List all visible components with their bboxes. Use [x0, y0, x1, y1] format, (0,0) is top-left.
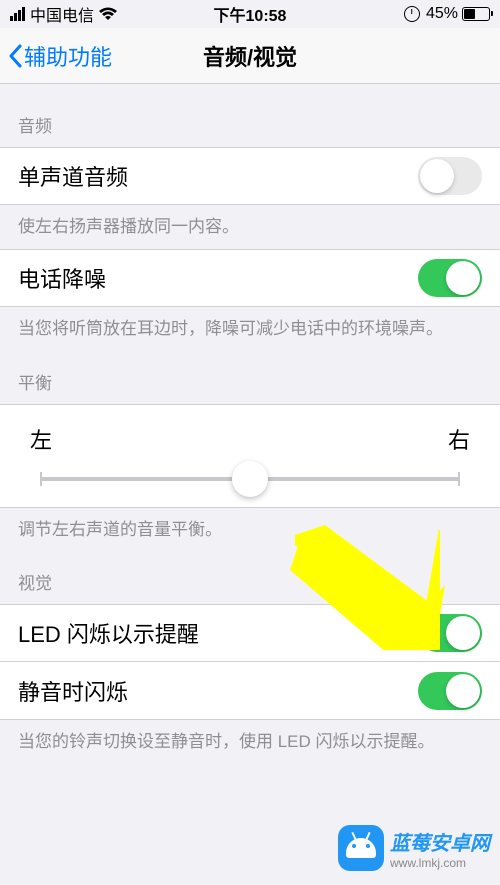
watermark-url: www.lmkj.com: [390, 856, 490, 870]
balance-left-label: 左: [30, 423, 52, 455]
section-header-balance: 平衡: [0, 351, 500, 404]
balance-slider[interactable]: [40, 477, 460, 481]
row-balance: 左 右: [0, 404, 500, 508]
flash-on-silent-footer: 当您的铃声切换设至静音时，使用 LED 闪烁以示提醒。: [0, 720, 500, 764]
alarm-icon: [404, 6, 420, 22]
nav-title: 音频/视觉: [203, 40, 297, 72]
status-left: 中国电信: [10, 2, 170, 26]
noise-cancellation-footer: 当您将听筒放在耳边时，降噪可减少电话中的环境噪声。: [0, 307, 500, 351]
battery-icon: [462, 7, 490, 21]
balance-footer: 调节左右声道的音量平衡。: [0, 508, 500, 552]
back-button[interactable]: 辅助功能: [8, 40, 112, 72]
status-right: 45%: [330, 5, 490, 23]
nav-bar: 辅助功能 音频/视觉: [0, 28, 500, 84]
mono-audio-switch[interactable]: [418, 157, 482, 195]
watermark-icon: [338, 825, 384, 871]
led-flash-label: LED 闪烁以示提醒: [18, 617, 199, 649]
row-noise-cancellation: 电话降噪: [0, 249, 500, 307]
section-header-visual: 视觉: [0, 551, 500, 604]
led-flash-switch[interactable]: [418, 614, 482, 652]
chevron-left-icon: [8, 44, 22, 68]
flash-on-silent-label: 静音时闪烁: [18, 675, 128, 707]
row-mono-audio: 单声道音频: [0, 147, 500, 205]
row-led-flash: LED 闪烁以示提醒: [0, 604, 500, 662]
balance-right-label: 右: [448, 423, 470, 455]
section-header-audio: 音频: [0, 84, 500, 147]
noise-cancellation-switch[interactable]: [418, 259, 482, 297]
back-label: 辅助功能: [24, 40, 112, 72]
signal-icon: [10, 7, 25, 21]
watermark: 蓝莓安卓网 www.lmkj.com: [338, 825, 490, 871]
row-flash-on-silent: 静音时闪烁: [0, 662, 500, 720]
status-bar: 中国电信 下午10:58 45%: [0, 0, 500, 28]
carrier-label: 中国电信: [30, 2, 94, 26]
battery-percent: 45%: [426, 5, 458, 23]
mono-audio-label: 单声道音频: [18, 160, 128, 192]
noise-cancellation-label: 电话降噪: [18, 262, 106, 294]
slider-thumb[interactable]: [232, 461, 268, 497]
wifi-icon: [99, 7, 117, 21]
flash-on-silent-switch[interactable]: [418, 672, 482, 710]
mono-audio-footer: 使左右扬声器播放同一内容。: [0, 205, 500, 249]
status-time: 下午10:58: [170, 2, 330, 26]
watermark-title: 蓝莓安卓网: [390, 827, 490, 856]
